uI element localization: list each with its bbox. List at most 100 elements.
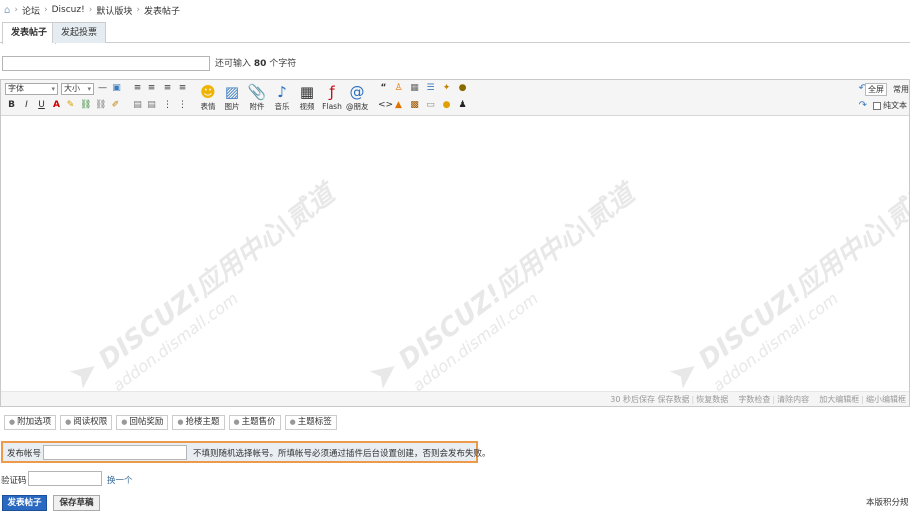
video-button[interactable]: ▦ 视频 <box>296 82 318 111</box>
baidu-icon[interactable]: ● <box>441 100 452 111</box>
captcha-input[interactable] <box>28 471 102 486</box>
quote-icon[interactable]: “ <box>378 83 389 94</box>
music-icon: ♪ <box>277 83 287 101</box>
tab-start-poll[interactable]: 发起投票 <box>52 22 107 43</box>
align-left-icon[interactable]: ≡ <box>132 83 143 94</box>
clear-content-link[interactable]: 清除内容 <box>777 395 809 404</box>
hide-content-icon[interactable]: ♙ <box>393 83 404 94</box>
option-label: 阅读权限 <box>73 417 108 427</box>
flash-button[interactable]: ƒ Flash <box>321 82 343 111</box>
rich-text-editor: 字体 ▾ 大小 ▾ — ▣ ≡ ≡ ≡ ≡ B I U A ✎ ⛓ ⛓ ✐ ▤ ▤ … <box>0 79 910 407</box>
attachment-button[interactable]: 📎 附件 <box>246 82 268 111</box>
float-left-icon[interactable]: ▤ <box>132 100 143 111</box>
save-data-link[interactable]: 保存数据 <box>658 395 690 404</box>
align-center-icon[interactable]: ≡ <box>146 83 157 94</box>
bullet-icon: ● <box>289 418 296 426</box>
option-label: 主题售价 <box>241 417 276 427</box>
flash-icon: ƒ <box>329 83 335 101</box>
video-icon: ▦ <box>299 83 315 101</box>
fullscreen-button[interactable]: 全屏 <box>865 83 887 96</box>
breadcrumb-forum[interactable]: 论坛 <box>22 4 40 17</box>
read-permission-button[interactable]: ● 阅读权限 <box>60 415 113 430</box>
image-button[interactable]: ▨ 图片 <box>221 82 243 111</box>
save-draft-button[interactable]: 保存草稿 <box>53 495 100 511</box>
redo-icon[interactable]: ↷ <box>859 100 867 111</box>
home-icon[interactable]: ⌂ <box>4 5 10 16</box>
table-icon[interactable]: ▦ <box>409 83 420 94</box>
qq-icon[interactable]: ♟ <box>457 100 468 111</box>
breadcrumb-discuz[interactable]: Discuz! <box>52 5 85 15</box>
thread-tags-button[interactable]: ● 主题标签 <box>284 415 337 430</box>
unlink-icon[interactable]: ⛓ <box>95 100 106 111</box>
underline-icon[interactable]: U <box>36 100 47 111</box>
size-select[interactable]: 大小 ▾ <box>61 83 94 95</box>
sale-icon[interactable]: ▲ <box>393 100 404 111</box>
common-button[interactable]: 常用 <box>893 84 909 95</box>
floor-grab-button[interactable]: ● 抢楼主题 <box>172 415 225 430</box>
align-justify-icon[interactable]: ≡ <box>177 83 188 94</box>
plaintext-toggle[interactable]: 纯文本 <box>873 100 907 111</box>
link-icon[interactable]: ⛓ <box>80 100 91 111</box>
watermark: ➤DISCUZ!应用中心|贰道 addon.dismall.com <box>661 173 909 391</box>
password-icon[interactable]: ● <box>457 83 468 94</box>
publish-account-input[interactable] <box>43 445 187 460</box>
template-icon[interactable]: ▭ <box>425 100 436 111</box>
restore-data-link[interactable]: 恢复数据 <box>696 395 728 404</box>
align-right-icon[interactable]: ≡ <box>162 83 173 94</box>
chevron-down-icon: ▾ <box>87 85 91 93</box>
free-content-icon[interactable]: ✦ <box>441 83 452 94</box>
thread-price-button[interactable]: ● 主题售价 <box>228 415 281 430</box>
smiley-button[interactable]: ☻ 表情 <box>197 82 219 111</box>
mention-friend-label: @朋友 <box>346 102 369 111</box>
page-break-icon[interactable]: ☰ <box>425 83 436 94</box>
unordered-list-icon[interactable]: ⋮ <box>177 100 188 111</box>
breadcrumb-separator: › <box>43 5 48 15</box>
editor-toolbar: 字体 ▾ 大小 ▾ — ▣ ≡ ≡ ≡ ≡ B I U A ✎ ⛓ ⛓ ✐ ▤ ▤ … <box>1 80 909 116</box>
captcha-refresh-link[interactable]: 换一个 <box>107 474 133 486</box>
breadcrumb-default-board[interactable]: 默认版块 <box>96 4 132 17</box>
editor-content-area[interactable]: ➤DISCUZ!应用中心|贰道 addon.dismall.com ➤DISCU… <box>1 116 909 391</box>
background-color-icon[interactable]: ▣ <box>111 83 122 94</box>
plaintext-checkbox[interactable] <box>873 101 881 110</box>
bullet-icon: ● <box>9 418 16 426</box>
watermark-site: addon.dismall.com <box>109 288 242 391</box>
smiley-label: 表情 <box>200 102 216 111</box>
enlarge-editor-link[interactable]: 加大编辑框 <box>819 395 859 404</box>
text-color-icon[interactable]: A <box>51 100 62 111</box>
subject-input[interactable] <box>2 56 210 71</box>
option-label: 附加选项 <box>17 417 52 427</box>
word-check-link[interactable]: 字数检查 <box>738 395 770 404</box>
reply-reward-button[interactable]: ● 回帖奖励 <box>116 415 169 430</box>
format-painter-icon[interactable]: ✐ <box>110 100 121 111</box>
option-label: 回帖奖励 <box>129 417 164 427</box>
plaintext-label: 纯文本 <box>883 101 907 110</box>
highlight-icon[interactable]: ✎ <box>65 100 76 111</box>
subject-hint-prefix: 还可输入 <box>215 59 252 69</box>
shrink-editor-link[interactable]: 缩小编辑框 <box>866 395 906 404</box>
mention-friend-button[interactable]: @ @朋友 <box>346 82 369 111</box>
breadcrumb-current: 发表帖子 <box>143 6 180 17</box>
bullet-icon: ● <box>177 418 184 426</box>
subject-length-hint: 还可输入 80 个字符 <box>215 57 296 71</box>
option-label: 主题标签 <box>297 417 332 427</box>
paperclip-icon: 📎 <box>247 83 267 101</box>
flash-label: Flash <box>322 102 342 111</box>
extra-options-button[interactable]: ● 附加选项 <box>4 415 57 430</box>
editor-statusbar: 30 秒后保存 保存数据 | 恢复数据 字数检查 | 清除内容 加大编辑框 | 缩小编辑框 <box>1 391 909 406</box>
float-right-icon[interactable]: ▤ <box>146 100 157 111</box>
ordered-list-icon[interactable]: ⋮ <box>162 100 173 111</box>
bold-icon[interactable]: B <box>6 100 17 111</box>
tab-post-thread[interactable]: 发表帖子 <box>2 22 57 44</box>
gallery-icon[interactable]: ▩ <box>409 100 420 111</box>
watermark-brand: DISCUZ!应用中心|贰道 <box>393 179 641 376</box>
italic-icon[interactable]: I <box>21 100 32 111</box>
submit-post-button[interactable]: 发表帖子 <box>2 495 47 511</box>
font-select[interactable]: 字体 ▾ <box>5 83 58 95</box>
music-button[interactable]: ♪ 音乐 <box>271 82 293 111</box>
subject-hint-count: 80 <box>253 59 267 69</box>
breadcrumb-separator: › <box>14 5 18 15</box>
code-icon[interactable]: <> <box>378 100 393 111</box>
chevron-down-icon: ▾ <box>51 85 55 93</box>
horizontal-rule-icon[interactable]: — <box>97 83 108 94</box>
credit-rule-link[interactable]: 本版积分规 <box>866 496 909 508</box>
